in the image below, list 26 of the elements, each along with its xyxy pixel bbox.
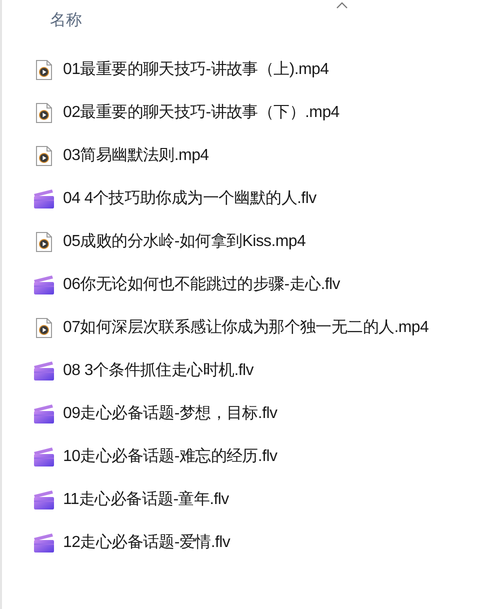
file-name[interactable]: 03简易幽默法则.mp4 (63, 144, 209, 168)
sort-caret-icon[interactable] (336, 2, 348, 9)
media-file-icon (36, 318, 52, 338)
media-file-icon (36, 146, 52, 166)
file-name[interactable]: 12走心必备话题-爱情.flv (63, 530, 230, 554)
file-name[interactable]: 05成败的分水岭-如何拿到Kiss.mp4 (63, 230, 306, 254)
file-name[interactable]: 02最重要的聊天技巧-讲故事（下）.mp4 (63, 100, 340, 124)
clapperboard-icon (33, 360, 55, 380)
media-file-icon (36, 60, 52, 80)
clapperboard-icon (33, 188, 55, 208)
file-name[interactable]: 08 3个条件抓住走心时机.flv (63, 358, 254, 382)
clapperboard-icon (33, 274, 55, 294)
clapperboard-icon (33, 446, 55, 466)
clapperboard-icon (33, 490, 55, 510)
file-name[interactable]: 09走心必备话题-梦想，目标.flv (63, 402, 278, 426)
clapperboard-icon (33, 404, 55, 424)
name-column-header[interactable]: 名称 (50, 12, 82, 29)
file-name[interactable]: 01最重要的聊天技巧-讲故事（上).mp4 (63, 58, 329, 82)
file-name[interactable]: 04 4个技巧助你成为一个幽默的人.flv (63, 186, 316, 210)
file-name[interactable]: 07如何深层次联系感让你成为那个独一无二的人.mp4 (63, 316, 429, 340)
clapperboard-icon (33, 532, 55, 552)
media-file-icon (36, 102, 52, 122)
file-name[interactable]: 06你无论如何也不能跳过的步骤-走心.flv (63, 272, 340, 296)
file-name[interactable]: 11走心必备话题-童年.flv (63, 488, 229, 512)
media-file-icon (36, 232, 52, 252)
file-name[interactable]: 10走心必备话题-难忘的经历.flv (63, 444, 278, 468)
